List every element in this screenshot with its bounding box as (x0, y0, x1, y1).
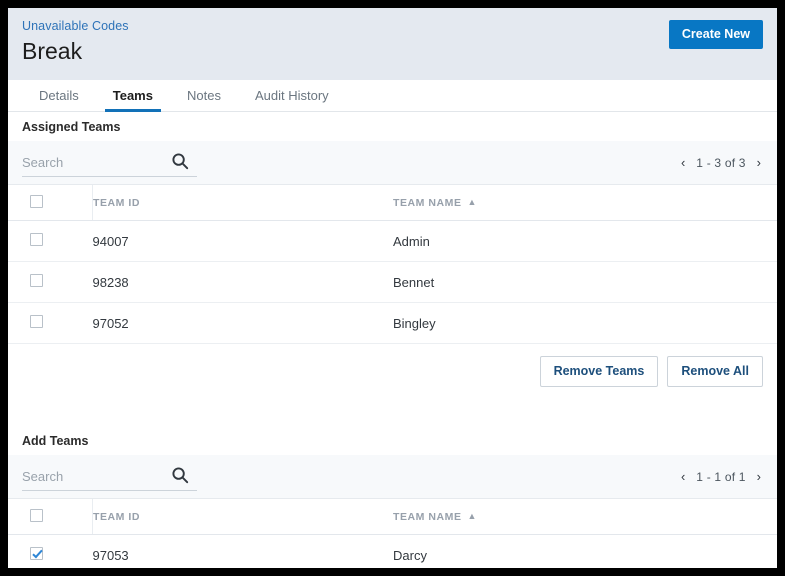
select-all-checkbox[interactable] (30, 509, 43, 522)
cell-team-name: Bennet (393, 261, 777, 303)
table-header: TEAM ID TEAM NAME ▲ (8, 185, 777, 221)
tab-bar: Details Teams Notes Audit History (8, 80, 777, 112)
search-icon[interactable] (171, 152, 189, 170)
cell-team-id: 97052 (92, 302, 393, 344)
tab-audit-history[interactable]: Audit History (238, 80, 346, 111)
window-frame: Unavailable Codes Break Create New Detai… (0, 0, 785, 576)
assigned-teams-table: TEAM ID TEAM NAME ▲ 94007 Admin 98238 Be… (8, 185, 777, 344)
app-container: Unavailable Codes Break Create New Detai… (8, 8, 777, 568)
assigned-teams-toolbar: ‹ 1 - 3 of 3 › (8, 141, 777, 185)
tab-teams[interactable]: Teams (96, 80, 170, 112)
column-header-team-id[interactable]: TEAM ID (92, 499, 393, 535)
section-spacer (8, 400, 777, 426)
add-teams-toolbar: ‹ 1 - 1 of 1 › (8, 455, 777, 499)
create-new-button[interactable]: Create New (668, 20, 763, 49)
column-header-team-name[interactable]: TEAM NAME ▲ (393, 185, 777, 221)
chevron-left-icon[interactable]: ‹ (679, 468, 687, 485)
cell-team-name: Bingley (393, 302, 777, 344)
assigned-teams-section: Assigned Teams ‹ 1 - 3 of 3 › (8, 112, 777, 400)
select-all-checkbox[interactable] (30, 195, 43, 208)
search-input[interactable] (22, 154, 152, 170)
chevron-right-icon[interactable]: › (755, 154, 763, 171)
assigned-teams-pagination: ‹ 1 - 3 of 3 › (679, 154, 763, 171)
select-all-header (8, 185, 93, 221)
column-label: TEAM ID (93, 197, 141, 209)
row-select-cell (8, 534, 93, 568)
remove-teams-button[interactable]: Remove Teams (539, 356, 659, 387)
cell-team-name: Darcy (393, 534, 777, 568)
search-input[interactable] (22, 468, 152, 484)
cell-team-id: 98238 (92, 261, 393, 303)
caret-up-icon: ▲ (467, 197, 477, 207)
row-checkbox[interactable] (30, 233, 43, 246)
tab-label: Details (39, 88, 79, 103)
search-icon[interactable] (171, 466, 189, 484)
tab-label: Teams (112, 88, 153, 103)
table-header-row: TEAM ID TEAM NAME ▲ (8, 499, 777, 535)
page-header: Unavailable Codes Break Create New (8, 8, 777, 80)
row-select-cell (8, 220, 93, 262)
row-checkbox[interactable] (30, 547, 43, 560)
assigned-teams-actions: Remove Teams Remove All (8, 344, 777, 400)
cell-team-id: 94007 (92, 220, 393, 262)
row-checkbox[interactable] (30, 274, 43, 287)
table-row[interactable]: 97053 Darcy (8, 534, 777, 568)
add-teams-table: TEAM ID TEAM NAME ▲ 97053 Darcy (8, 499, 777, 568)
column-label: TEAM NAME (393, 197, 462, 209)
pagination-label: 1 - 1 of 1 (696, 469, 746, 484)
tab-label: Notes (186, 88, 221, 103)
table-row[interactable]: 97052 Bingley (8, 302, 777, 344)
row-select-cell (8, 261, 93, 303)
tab-details[interactable]: Details (22, 80, 96, 111)
row-select-cell (8, 302, 93, 344)
cell-team-name: Admin (393, 220, 777, 262)
assigned-teams-search[interactable] (22, 149, 197, 177)
page-title: Break (22, 38, 83, 64)
table-body: 94007 Admin 98238 Bennet 97052 Bingley (8, 220, 777, 344)
table-header: TEAM ID TEAM NAME ▲ (8, 499, 777, 535)
remove-all-button[interactable]: Remove All (667, 356, 763, 387)
select-all-header (8, 499, 93, 535)
assigned-teams-title: Assigned Teams (8, 112, 777, 141)
tab-notes[interactable]: Notes (170, 80, 238, 111)
column-header-team-name[interactable]: TEAM NAME ▲ (393, 499, 777, 535)
row-checkbox[interactable] (30, 315, 43, 328)
column-label: TEAM ID (93, 511, 141, 523)
add-teams-section: Add Teams ‹ 1 - 1 of 1 › (8, 426, 777, 568)
column-header-team-id[interactable]: TEAM ID (92, 185, 393, 221)
pagination-label: 1 - 3 of 3 (696, 155, 746, 170)
table-row[interactable]: 98238 Bennet (8, 261, 777, 303)
table-body: 97053 Darcy (8, 534, 777, 568)
cell-team-id: 97053 (92, 534, 393, 568)
tab-label: Audit History (254, 88, 329, 103)
add-teams-title: Add Teams (8, 426, 777, 455)
caret-up-icon: ▲ (467, 511, 477, 521)
column-label: TEAM NAME (393, 511, 462, 523)
add-teams-pagination: ‹ 1 - 1 of 1 › (679, 468, 763, 485)
breadcrumb-unavailable-codes[interactable]: Unavailable Codes (22, 18, 763, 34)
chevron-left-icon[interactable]: ‹ (679, 154, 687, 171)
chevron-right-icon[interactable]: › (755, 468, 763, 485)
add-teams-search[interactable] (22, 463, 197, 491)
table-header-row: TEAM ID TEAM NAME ▲ (8, 185, 777, 221)
table-row[interactable]: 94007 Admin (8, 220, 777, 262)
